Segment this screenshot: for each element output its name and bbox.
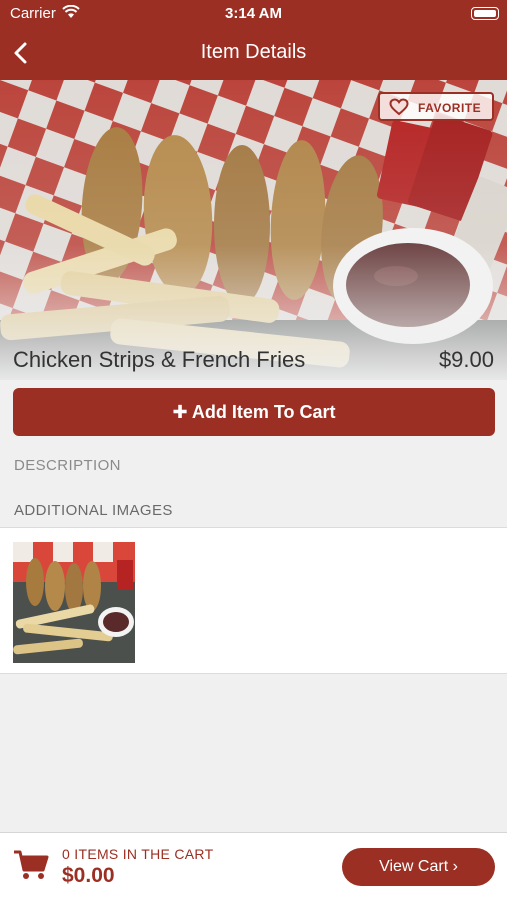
- plus-icon: ✚: [172, 402, 188, 422]
- page-title: Item Details: [200, 41, 307, 63]
- item-price: $9.00: [438, 347, 494, 372]
- item-name: Chicken Strips & French Fries: [13, 347, 306, 372]
- cart-total: $0.00: [62, 864, 115, 887]
- add-to-cart-label: Add Item To Cart: [191, 402, 336, 422]
- cart-summary-bar: 0 ITEMS IN THE CART $0.00 View Cart ›: [0, 832, 507, 900]
- view-cart-button[interactable]: View Cart ›: [342, 848, 495, 886]
- clock: 3:14 AM: [225, 5, 282, 22]
- favorite-label: FAVORITE: [418, 101, 482, 115]
- additional-images-heading: ADDITIONAL IMAGES: [14, 502, 173, 519]
- additional-image-thumbnail[interactable]: [13, 542, 135, 663]
- item-hero-image: [0, 80, 507, 380]
- shopping-cart-icon[interactable]: [13, 849, 49, 881]
- battery-icon: [471, 7, 499, 20]
- status-bar: Carrier 3:14 AM: [0, 0, 507, 28]
- heart-icon: [389, 98, 409, 116]
- description-heading: DESCRIPTION: [14, 457, 121, 474]
- favorite-button[interactable]: FAVORITE: [378, 92, 494, 121]
- add-to-cart-button[interactable]: ✚ Add Item To Cart: [13, 388, 495, 436]
- chevron-right-icon: ›: [452, 858, 458, 875]
- additional-images-panel: [0, 527, 507, 674]
- nav-bar: Item Details: [0, 28, 507, 80]
- cart-item-count: 0 ITEMS IN THE CART: [62, 846, 214, 862]
- view-cart-label: View Cart: [379, 858, 449, 875]
